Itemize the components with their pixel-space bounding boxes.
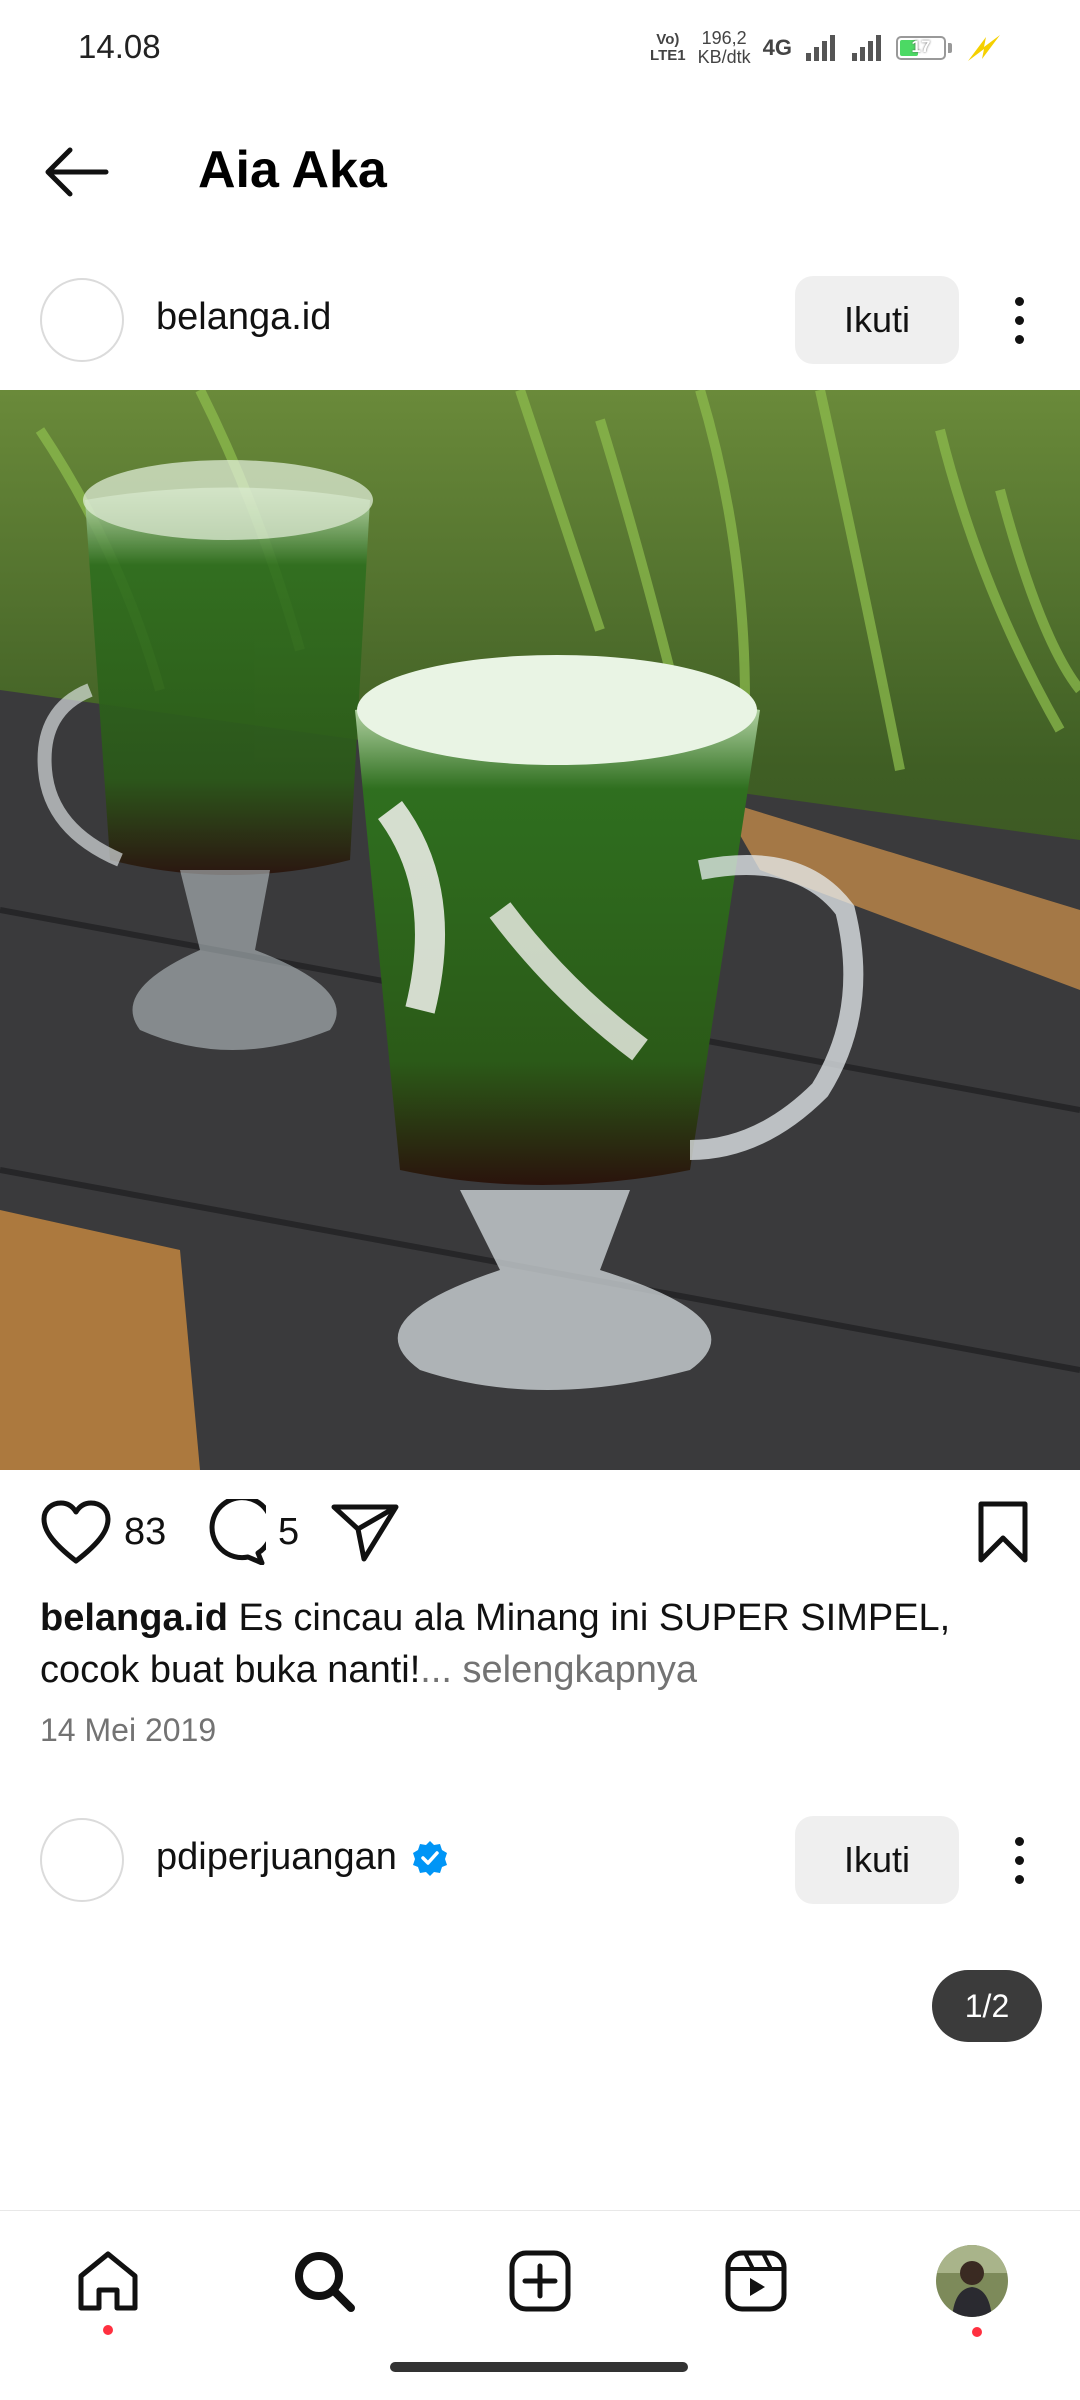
signal-icon (806, 35, 835, 61)
like-count: 83 (124, 1510, 167, 1553)
bottom-nav (0, 2210, 1080, 2340)
home-icon (78, 2251, 138, 2311)
profile-avatar (936, 2245, 1008, 2317)
post-date: 14 Mei 2019 (40, 1712, 217, 1748)
notification-dot (972, 2327, 982, 2337)
post-username[interactable]: belanga.id (156, 296, 331, 339)
volte-indicator: Vo) LTE1 (650, 31, 686, 64)
post-image[interactable] (0, 390, 1080, 1470)
send-icon (331, 1504, 399, 1562)
post-photo (0, 390, 1080, 1470)
post-caption: belanga.id Es cincau ala Minang ini SUPE… (40, 1592, 1040, 1696)
battery-icon: 17 (896, 36, 946, 60)
follow-button[interactable]: Ikuti (795, 1816, 959, 1904)
see-more-link[interactable]: ... selengkapnya (420, 1649, 697, 1691)
home-indicator[interactable] (390, 2362, 688, 2372)
avatar[interactable] (40, 1818, 124, 1902)
comment-button[interactable]: 5 (198, 1490, 299, 1574)
arrow-left-icon (45, 147, 109, 197)
like-button[interactable]: 83 (40, 1490, 166, 1574)
page-indicator: 1/2 (932, 1970, 1042, 2042)
status-icons: Vo) LTE1 196,2 KB/dtk 4G 17 (650, 26, 1004, 70)
post-username[interactable]: pdiperjuangan (156, 1836, 449, 1879)
heart-icon (41, 1500, 111, 1564)
page-header: Aia Aka (0, 120, 1080, 230)
post-header: pdiperjuangan Ikuti (0, 1800, 1080, 1920)
nav-search[interactable] (284, 2241, 364, 2321)
network-speed: 196,2 KB/dtk (697, 28, 751, 67)
nav-home[interactable] (68, 2241, 148, 2335)
nav-profile[interactable] (932, 2241, 1012, 2337)
charging-icon (968, 35, 1000, 61)
post-header: belanga.id Ikuti (0, 260, 1080, 380)
post-actions: 83 5 (0, 1490, 1080, 1574)
follow-button[interactable]: Ikuti (795, 276, 959, 364)
nav-reels[interactable] (716, 2241, 796, 2321)
more-options-button[interactable] (990, 1824, 1048, 1896)
more-options-button[interactable] (990, 284, 1048, 356)
create-post-icon (509, 2250, 571, 2312)
verified-badge-icon (412, 1840, 447, 1876)
notification-dot (103, 2325, 113, 2335)
comment-icon (209, 1499, 266, 1565)
network-type: 4G (762, 35, 792, 60)
share-button[interactable] (330, 1490, 400, 1574)
bookmark-icon (978, 1501, 1028, 1563)
status-time: 14.08 (78, 28, 161, 65)
status-bar: 14.08 Vo) LTE1 196,2 KB/dtk 4G 17 (0, 0, 1080, 96)
nav-create[interactable] (500, 2241, 580, 2321)
signal-icon-2 (852, 35, 881, 61)
reels-icon (725, 2250, 787, 2312)
save-button[interactable] (975, 1490, 1031, 1574)
back-button[interactable] (40, 142, 112, 202)
comment-count: 5 (278, 1510, 300, 1553)
search-icon (295, 2252, 355, 2312)
avatar[interactable] (40, 278, 124, 362)
caption-username[interactable]: belanga.id (40, 1597, 228, 1639)
page-title: Aia Aka (198, 141, 387, 199)
